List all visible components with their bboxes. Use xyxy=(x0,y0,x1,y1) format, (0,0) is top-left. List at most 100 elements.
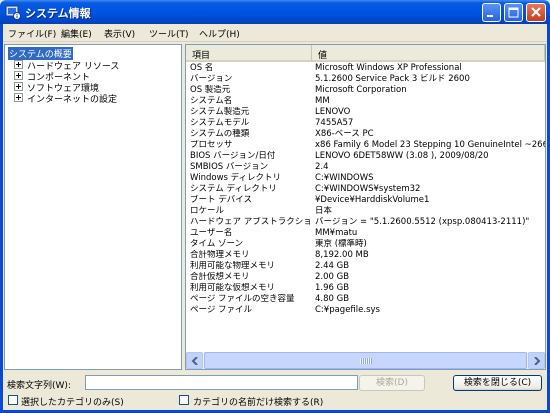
menu-bar: ファイル(F) 編集(E) 表示(V) ツール(T) ヘルプ(H) xyxy=(3,24,547,42)
table-row[interactable]: ブート デバイス ¥Device¥HarddiskVolume1 xyxy=(186,195,545,206)
category-names-only-checkbox[interactable] xyxy=(179,395,189,405)
expand-plus-icon[interactable] xyxy=(14,60,23,69)
row-item: バージョン xyxy=(190,74,233,84)
row-item: タイム ゾーン xyxy=(190,239,244,249)
arrow-left-icon xyxy=(191,357,198,365)
scroll-thumb[interactable] xyxy=(204,352,527,369)
row-item: ロケール xyxy=(190,206,225,216)
expand-plus-icon[interactable] xyxy=(14,71,23,80)
row-value: 5.1.2600 Service Pack 3 ビルド 2600 xyxy=(315,74,470,84)
row-value: バージョン = "5.1.2600.5512 (xpsp.080413-2111… xyxy=(315,217,530,227)
scroll-left-button[interactable] xyxy=(186,352,203,369)
table-row[interactable]: ユーザー名 MM¥matu xyxy=(186,228,545,239)
find-input[interactable] xyxy=(85,375,358,390)
table-row[interactable]: OS 名 Microsoft Windows XP Professional xyxy=(186,63,545,74)
row-value: 日本 xyxy=(315,206,333,216)
minimize-button[interactable] xyxy=(482,3,501,22)
row-item: BIOS バージョン/日付 xyxy=(190,151,276,161)
expand-plus-icon[interactable] xyxy=(14,93,23,102)
table-row[interactable]: ページ ファイル C:¥pagefile.sys xyxy=(186,305,545,316)
row-item: 利用可能な仮想メモリ xyxy=(190,283,276,293)
table-row[interactable]: 合計仮想メモリ 2.00 GB xyxy=(186,272,545,283)
table-row[interactable]: タイム ゾーン 東京 (標準時) xyxy=(186,239,545,250)
expand-plus-icon[interactable] xyxy=(14,82,23,91)
close-find-button[interactable]: 検索を閉じる(C) xyxy=(453,375,542,391)
find-button[interactable]: 検索(D) xyxy=(359,375,425,391)
menu-help[interactable]: ヘルプ(H) xyxy=(199,27,240,40)
row-value: C:¥WINDOWS xyxy=(315,173,374,183)
scroll-right-button[interactable] xyxy=(528,352,545,369)
row-item: ページ ファイル xyxy=(190,305,253,315)
table-row[interactable]: システム ディレクトリ C:¥WINDOWS¥system32 xyxy=(186,184,545,195)
column-header-label: 値 xyxy=(318,51,328,61)
details-rows: OS 名 Microsoft Windows XP Professional バージ… xyxy=(186,63,545,316)
table-row[interactable]: ハードウェア アブストラクション...バージョン = "5.1.2600.551… xyxy=(186,217,545,228)
row-value: 7455A57 xyxy=(315,118,354,128)
table-row[interactable]: システムモデル 7455A57 xyxy=(186,118,545,129)
details-list[interactable]: 項目 値 OS 名 Microsoft Windows XP Profession… xyxy=(185,44,546,370)
row-item: システムの種類 xyxy=(190,129,250,139)
row-value: Microsoft Corporation xyxy=(315,85,407,95)
horizontal-scrollbar[interactable] xyxy=(186,352,545,369)
row-value: ¥Device¥HarddiskVolume1 xyxy=(315,195,430,205)
row-value: 2.44 GB xyxy=(315,261,350,271)
row-item: Windows ディレクトリ xyxy=(190,173,282,183)
table-row[interactable]: ページ ファイルの空き容量 4.80 GB xyxy=(186,294,545,305)
table-row[interactable]: BIOS バージョン/日付 LENOVO 6DET58WW (3.08 ), 20… xyxy=(186,151,545,162)
category-tree[interactable]: システムの概要 ハードウェア リソース コンポーネント ソフトウェア環境 インタ… xyxy=(4,44,182,370)
menu-file[interactable]: ファイル(F) xyxy=(8,27,56,40)
row-value: 東京 (標準時) xyxy=(315,239,367,249)
row-item: ページ ファイルの空き容量 xyxy=(190,294,295,304)
row-value: C:¥pagefile.sys xyxy=(315,305,380,315)
row-item: ハードウェア アブストラクション... xyxy=(190,217,312,227)
menu-view[interactable]: 表示(V) xyxy=(104,27,135,40)
title-bar[interactable]: システム情報 xyxy=(0,0,550,24)
table-row[interactable]: 利用可能な仮想メモリ 1.96 GB xyxy=(186,283,545,294)
row-value: MM¥matu xyxy=(315,228,358,238)
row-item: システム ディレクトリ xyxy=(190,184,277,194)
table-row[interactable]: 利用可能な物理メモリ 2.44 GB xyxy=(186,261,545,272)
row-value: MM xyxy=(315,96,330,106)
row-value: 1.96 GB xyxy=(315,283,350,293)
table-row[interactable]: OS 製造元 Microsoft Corporation xyxy=(186,85,545,96)
column-header-item[interactable]: 項目 xyxy=(186,45,312,62)
find-bar: 検索文字列(W): 検索(D) 検索を閉じる(C) 選択したカテゴリのみ(S) … xyxy=(3,372,547,410)
table-row[interactable]: システムの種類 X86-ベース PC xyxy=(186,129,545,140)
table-row[interactable]: システム名 MM xyxy=(186,96,545,107)
row-item: SMBIOS バージョン xyxy=(190,162,269,172)
row-value: x86 Family 6 Model 23 Stepping 10 Genuin… xyxy=(315,140,545,150)
row-item: 合計物理メモリ xyxy=(190,250,250,260)
table-row[interactable]: システム製造元 LENOVO xyxy=(186,107,545,118)
maximize-button[interactable] xyxy=(504,3,523,22)
window-title: システム情報 xyxy=(25,7,91,20)
row-value: 4.80 GB xyxy=(315,294,350,304)
menu-tools[interactable]: ツール(T) xyxy=(149,27,189,40)
tree-item-label: インターネットの設定 xyxy=(27,95,118,105)
menu-edit[interactable]: 編集(E) xyxy=(61,27,92,40)
row-item: プロセッサ xyxy=(190,140,233,150)
column-header-value[interactable]: 値 xyxy=(312,45,545,62)
row-item: 利用可能な物理メモリ xyxy=(190,261,276,271)
row-value: 8,192.00 MB xyxy=(315,250,369,260)
selected-category-only-checkbox[interactable] xyxy=(8,395,18,405)
column-header-label: 項目 xyxy=(192,51,211,61)
table-row[interactable]: プロセッサ x86 Family 6 Model 23 Stepping 10 G… xyxy=(186,140,545,151)
close-button[interactable] xyxy=(526,3,546,22)
scroll-grip xyxy=(360,358,372,364)
table-row[interactable]: ロケール 日本 xyxy=(186,206,545,217)
table-row[interactable]: バージョン 5.1.2600 Service Pack 3 ビルド 2600 xyxy=(186,74,545,85)
row-item: システム名 xyxy=(190,96,233,106)
table-row[interactable]: Windows ディレクトリ C:¥WINDOWS xyxy=(186,173,545,184)
row-value: C:¥WINDOWS¥system32 xyxy=(315,184,421,194)
row-item: OS 名 xyxy=(190,63,214,73)
minimize-icon xyxy=(487,15,493,17)
table-row[interactable]: SMBIOS バージョン 2.4 xyxy=(186,162,545,173)
row-item: 合計仮想メモリ xyxy=(190,272,250,282)
maximize-icon xyxy=(508,7,519,18)
row-value: LENOVO xyxy=(315,107,351,117)
table-row[interactable]: 合計物理メモリ 8,192.00 MB xyxy=(186,250,545,261)
row-value: LENOVO 6DET58WW (3.08 ), 2009/08/20 xyxy=(315,151,489,161)
system-info-icon xyxy=(5,5,21,20)
row-item: ブート デバイス xyxy=(190,195,252,205)
row-item: OS 製造元 xyxy=(190,85,231,95)
